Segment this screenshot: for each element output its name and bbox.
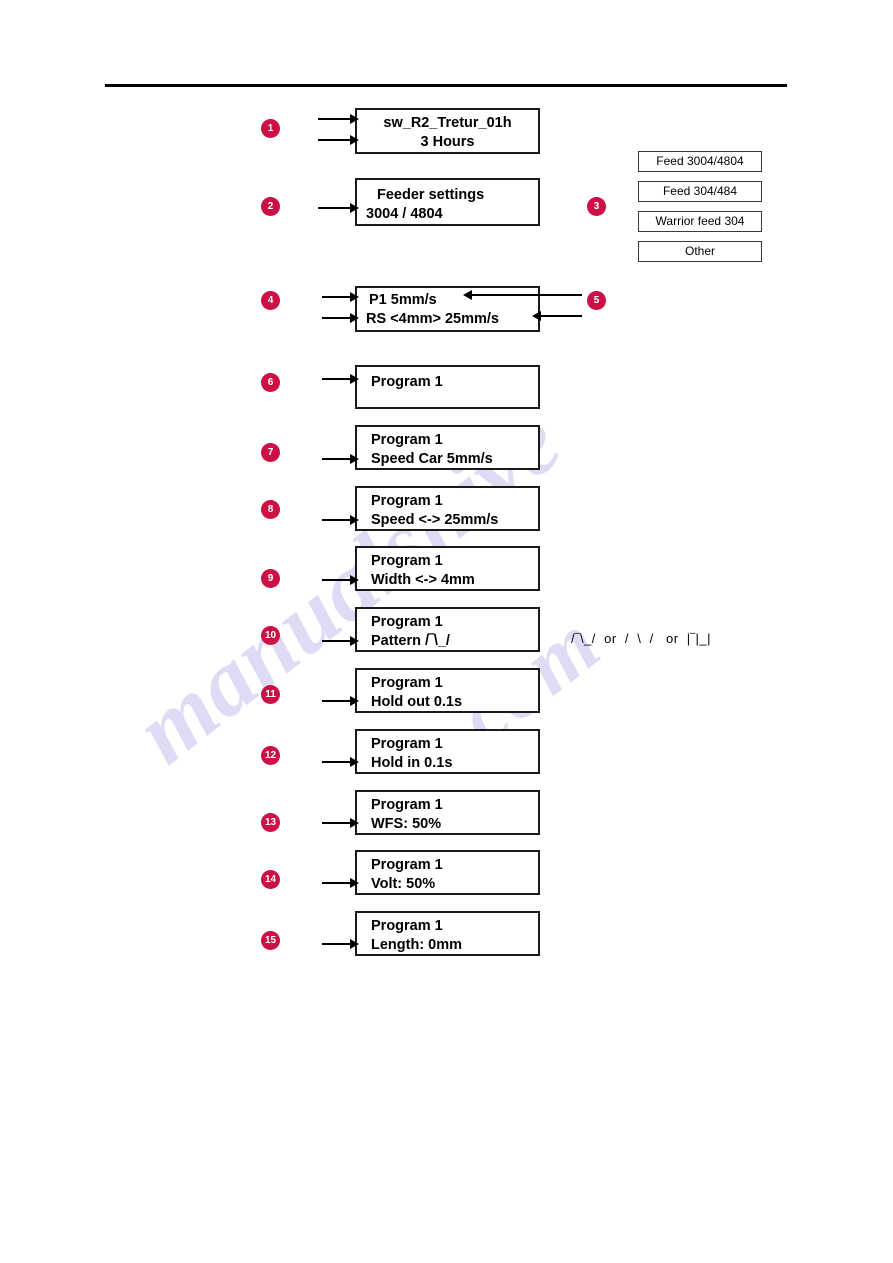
marker-7: 7 (261, 443, 280, 462)
marker-8: 8 (261, 500, 280, 519)
screen-length-line2: Length: 0mm (371, 937, 463, 953)
screen-speed-car-line1: Program 1 (371, 432, 443, 448)
screen-hold-in-line2: Hold in 0.1s (371, 755, 453, 771)
arrow-head-15 (350, 939, 359, 949)
marker-15: 15 (261, 931, 280, 950)
screen-wfs: Program 1 WFS: 50% (355, 790, 540, 835)
arrow-line-2 (318, 207, 354, 209)
arrow-line-5a (472, 294, 582, 296)
arrow-head-8 (350, 515, 359, 525)
screen-program-select: Program 1 (355, 365, 540, 409)
screen-feeder-settings-line1: Feeder settings (377, 187, 485, 203)
screen-width-line1: Program 1 (371, 553, 443, 569)
screen-speed-overview-line2: RS <4mm> 25mm/s (366, 311, 499, 327)
screen-pattern: Program 1 Pattern /‾\_/ (355, 607, 540, 652)
marker-1: 1 (261, 119, 280, 138)
screen-volt-line2: Volt: 50% (371, 876, 436, 892)
arrow-head-1a (350, 114, 359, 124)
diagram-page: manualshive .com 1 sw_R2_Tretur_01h 3 Ho… (0, 0, 893, 1263)
arrow-line-1a (318, 118, 354, 120)
screen-startup: sw_R2_Tretur_01h 3 Hours (355, 108, 540, 154)
marker-10: 10 (261, 626, 280, 645)
screen-speed-weave-line2: Speed <-> 25mm/s (371, 512, 499, 528)
header-divider (105, 84, 787, 87)
screen-feeder-settings-line2: 3004 / 4804 (366, 206, 443, 222)
arrow-head-7 (350, 454, 359, 464)
screen-pattern-line2: Pattern /‾\_/ (371, 633, 450, 649)
screen-hold-in: Program 1 Hold in 0.1s (355, 729, 540, 774)
arrow-head-12 (350, 757, 359, 767)
arrow-head-6 (350, 374, 359, 384)
screen-length-line1: Program 1 (371, 918, 443, 934)
arrow-head-5a (463, 290, 472, 300)
screen-pattern-line1: Program 1 (371, 614, 443, 630)
marker-4: 4 (261, 291, 280, 310)
marker-14: 14 (261, 870, 280, 889)
arrow-line-1b (318, 139, 354, 141)
screen-startup-line2: 3 Hours (420, 134, 475, 150)
screen-speed-weave: Program 1 Speed <-> 25mm/s (355, 486, 540, 531)
marker-11: 11 (261, 685, 280, 704)
arrow-head-2 (350, 203, 359, 213)
screen-wfs-line1: Program 1 (371, 797, 443, 813)
marker-5: 5 (587, 291, 606, 310)
arrow-head-4a (350, 292, 359, 302)
screen-length: Program 1 Length: 0mm (355, 911, 540, 956)
marker-2: 2 (261, 197, 280, 216)
arrow-line-5b (541, 315, 582, 317)
arrow-head-10 (350, 636, 359, 646)
marker-12: 12 (261, 746, 280, 765)
screen-width: Program 1 Width <-> 4mm (355, 546, 540, 591)
arrow-head-14 (350, 878, 359, 888)
screen-speed-overview: P1 5mm/s RS <4mm> 25mm/s (355, 286, 540, 332)
screen-feeder-settings: Feeder settings 3004 / 4804 (355, 178, 540, 226)
arrow-head-1b (350, 135, 359, 145)
screen-volt-line1: Program 1 (371, 857, 443, 873)
arrow-head-13 (350, 818, 359, 828)
screen-hold-out: Program 1 Hold out 0.1s (355, 668, 540, 713)
screen-speed-weave-line1: Program 1 (371, 493, 443, 509)
feeder-option-4[interactable]: Other (638, 241, 762, 262)
screen-wfs-line2: WFS: 50% (371, 816, 442, 832)
pattern-alternatives-label: /‾\_/ or / \ / or |‾|_| (571, 631, 711, 646)
arrow-head-11 (350, 696, 359, 706)
arrow-head-9 (350, 575, 359, 585)
marker-9: 9 (261, 569, 280, 588)
screen-speed-car: Program 1 Speed Car 5mm/s (355, 425, 540, 470)
arrow-head-4b (350, 313, 359, 323)
screen-program-select-line1: Program 1 (371, 374, 443, 390)
screen-hold-in-line1: Program 1 (371, 736, 443, 752)
screen-width-line2: Width <-> 4mm (371, 572, 475, 588)
marker-3: 3 (587, 197, 606, 216)
screen-hold-out-line2: Hold out 0.1s (371, 694, 463, 710)
marker-13: 13 (261, 813, 280, 832)
feeder-option-1[interactable]: Feed 3004/4804 (638, 151, 762, 172)
screen-volt: Program 1 Volt: 50% (355, 850, 540, 895)
screen-hold-out-line1: Program 1 (371, 675, 443, 691)
feeder-option-2[interactable]: Feed 304/484 (638, 181, 762, 202)
screen-startup-line1: sw_R2_Tretur_01h (383, 115, 512, 131)
feeder-option-3[interactable]: Warrior feed 304 (638, 211, 762, 232)
arrow-head-5b (532, 311, 541, 321)
screen-speed-car-line2: Speed Car 5mm/s (371, 451, 493, 467)
marker-6: 6 (261, 373, 280, 392)
